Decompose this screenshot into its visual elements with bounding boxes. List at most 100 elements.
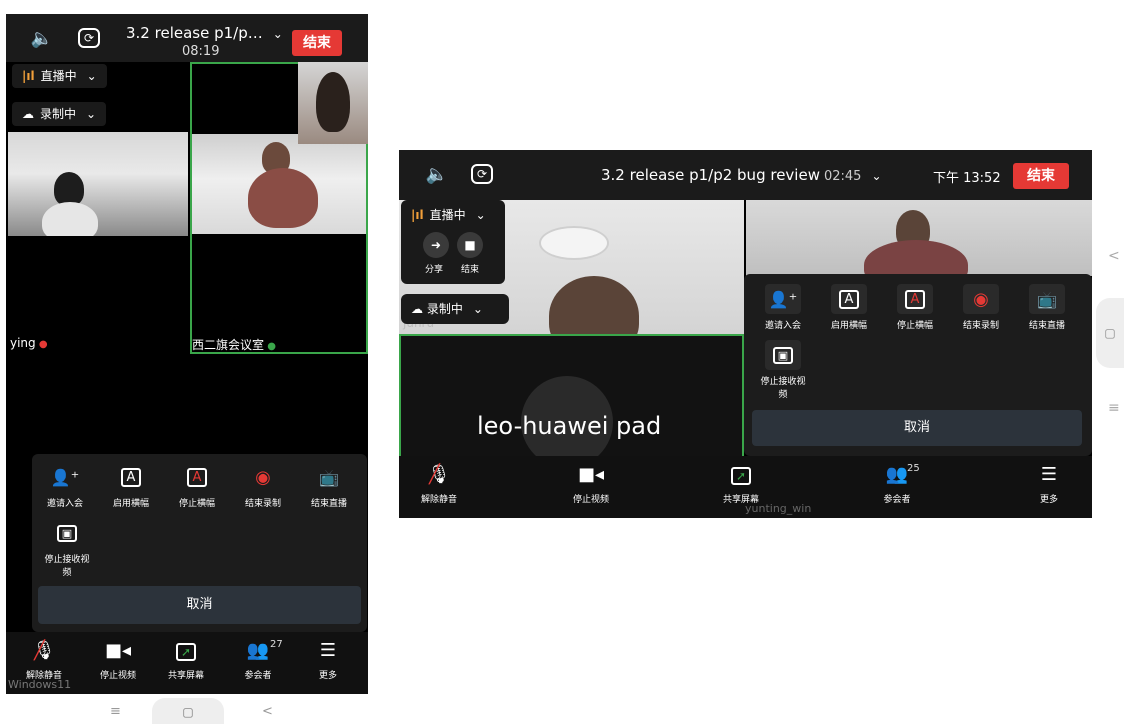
stop-video-button[interactable]: ■◂ 停止视频 bbox=[90, 640, 146, 681]
switch-camera-icon[interactable]: ⟳ bbox=[471, 164, 493, 184]
mic-active-icon: ● bbox=[264, 341, 276, 352]
letter-a-icon: A bbox=[113, 462, 149, 492]
nav-back-icon[interactable]: < bbox=[1108, 248, 1120, 264]
end-live-button[interactable]: 📺 结束直播 bbox=[1016, 284, 1078, 331]
participants-button[interactable]: 👥 25 参会者 bbox=[869, 463, 925, 505]
participants-label: 参会者 bbox=[244, 671, 272, 681]
menu-more-icon: ☰ bbox=[1040, 464, 1058, 485]
stop-recording-label: 结束录制 bbox=[962, 321, 999, 331]
stop-receive-video-label: 停止接收视频 bbox=[44, 555, 90, 578]
main-speaker-tile[interactable]: leo-huawei pad bbox=[399, 334, 744, 458]
letter-a-icon: A bbox=[831, 284, 867, 314]
share-live-button[interactable]: ➜ bbox=[423, 232, 449, 258]
nav-menu-icon[interactable]: ≡ bbox=[110, 704, 121, 719]
chevron-down-icon: ⌄ bbox=[86, 69, 97, 83]
stop-banner-button[interactable]: A 停止横幅 bbox=[884, 284, 946, 331]
chevron-down-icon: ⌄ bbox=[475, 208, 486, 222]
cancel-button[interactable]: 取消 bbox=[38, 586, 361, 624]
stop-recording-button[interactable]: ◉ 结束录制 bbox=[950, 284, 1012, 331]
speaker-icon[interactable]: 🔈 bbox=[425, 164, 449, 186]
bottom-toolbar: 🎙 ╱ 解除静音 ■◂ 停止视频 ➚ 共享屏幕 👥 27 参会者 ☰ 更多 Wind… bbox=[6, 632, 368, 694]
stop-banner-button[interactable]: A 停止横幅 bbox=[168, 462, 226, 509]
stop-video-button[interactable]: ■◂ 停止视频 bbox=[563, 464, 619, 505]
unmute-label: 解除静音 bbox=[420, 495, 457, 505]
stop-receive-video-button[interactable]: ▣ 停止接收视频 bbox=[44, 518, 90, 578]
cancel-button[interactable]: 取消 bbox=[752, 410, 1082, 446]
more-button[interactable]: ☰ 更多 bbox=[300, 640, 356, 681]
invite-button[interactable]: 👤⁺ 邀请入会 bbox=[752, 284, 814, 331]
page: 🔈 ⟳ 3.2 release p1/p… ⌄ 08:19 结束 |ıl 直播中 ⌄ … bbox=[0, 0, 1124, 724]
self-preview-tile[interactable] bbox=[298, 62, 368, 144]
invite-label: 邀请入会 bbox=[46, 499, 83, 509]
end-live-label: 结束直播 bbox=[1028, 321, 1065, 331]
switch-camera-icon[interactable]: ⟳ bbox=[78, 28, 100, 48]
enable-banner-label: 启用横幅 bbox=[112, 499, 149, 509]
meeting-title-text: 3.2 release p1/p… bbox=[126, 24, 263, 42]
banner-off-icon: A bbox=[897, 284, 933, 314]
live-icon: |ıl bbox=[411, 208, 424, 222]
invite-button[interactable]: 👤⁺ 邀请入会 bbox=[36, 462, 94, 510]
enable-banner-button[interactable]: A 启用横幅 bbox=[102, 462, 160, 509]
stop-video-label: 停止视频 bbox=[99, 671, 136, 681]
record-status-pill[interactable]: ☁ 录制中 ⌄ bbox=[12, 102, 107, 126]
stop-receive-video-button[interactable]: ▣ 停止接收视频 bbox=[758, 340, 808, 400]
invite-label: 邀请入会 bbox=[764, 321, 801, 331]
record-status-pill[interactable]: ☁ 录制中 ⌄ bbox=[401, 294, 509, 324]
meeting-title[interactable]: 3.2 release p1/p… ⌄ bbox=[126, 24, 283, 42]
nav-home-button[interactable]: ▢ bbox=[1096, 298, 1124, 368]
record-status-label: 录制中 bbox=[426, 302, 463, 316]
stop-live-button[interactable]: ■ bbox=[457, 232, 483, 258]
share-screen-button[interactable]: ➚ 共享屏幕 bbox=[713, 464, 769, 505]
share-screen-label: 共享屏幕 bbox=[167, 671, 204, 681]
video-tile-room[interactable] bbox=[746, 200, 1092, 276]
meeting-title-text: 3.2 release p1/p2 bug review bbox=[601, 166, 820, 184]
participants-label: 参会者 bbox=[883, 495, 911, 505]
share-screen-button[interactable]: ➚ 共享屏幕 bbox=[158, 640, 214, 681]
stop-live-label: 结束 bbox=[461, 265, 480, 275]
record-status-label: 录制中 bbox=[40, 107, 77, 121]
more-actions-sheet: 👤⁺ 邀请入会 A 启用横幅 A 停止横幅 ◉ 结束录制 📺 结束直播 ▣ 停止 bbox=[32, 454, 367, 632]
top-bar: 🔈 ⟳ 3.2 release p1/p2 bug review 02:45 ⌄ 下… bbox=[399, 150, 1092, 200]
end-meeting-button[interactable]: 结束 bbox=[292, 30, 342, 56]
share-screen-icon: ➚ bbox=[713, 464, 769, 486]
participants-count: 25 bbox=[907, 463, 920, 474]
cloud-icon: ☁ bbox=[22, 107, 34, 121]
meeting-timer: 08:19 bbox=[182, 44, 220, 59]
nav-back-icon[interactable]: < bbox=[262, 704, 273, 719]
more-actions-sheet: 👤⁺ 邀请入会 A 启用横幅 A 停止横幅 ◉ 结束录制 📺 结束直播 ▣ 停止 bbox=[744, 274, 1092, 456]
enable-banner-label: 启用横幅 bbox=[830, 321, 867, 331]
enable-banner-button[interactable]: A 启用横幅 bbox=[818, 284, 880, 331]
live-controls-panel: |ıl 直播中 ⌄ ➜ ■ 分享 结束 bbox=[401, 200, 505, 284]
self-figure bbox=[316, 72, 350, 132]
nav-home-button[interactable]: ▢ bbox=[152, 698, 224, 724]
nav-menu-icon[interactable]: ≡ bbox=[1108, 400, 1120, 416]
participants-button[interactable]: 👥 27 参会者 bbox=[230, 639, 286, 681]
stop-recording-label: 结束录制 bbox=[244, 499, 281, 509]
more-label: 更多 bbox=[1039, 495, 1058, 505]
video-receive-off-icon: ▣ bbox=[49, 518, 85, 548]
participant-name: ying bbox=[10, 336, 36, 350]
chevron-down-icon: ⌄ bbox=[272, 27, 283, 41]
end-live-button[interactable]: 📺 结束直播 bbox=[300, 462, 358, 510]
meeting-title[interactable]: 3.2 release p1/p2 bug review 02:45 ⌄ bbox=[601, 166, 882, 184]
share-live-label: 分享 bbox=[425, 265, 444, 275]
video-receive-off-icon: ▣ bbox=[765, 340, 801, 370]
unmute-button[interactable]: 🎙 ╱ 解除静音 bbox=[411, 464, 467, 505]
speaker-icon[interactable]: 🔈 bbox=[30, 28, 54, 50]
stop-recording-button[interactable]: ◉ 结束录制 bbox=[234, 462, 292, 510]
live-status-label: 直播中 bbox=[429, 208, 466, 222]
unmute-button[interactable]: 🎙 ╱ 解除静音 bbox=[16, 640, 72, 681]
end-meeting-button[interactable]: 结束 bbox=[1013, 163, 1069, 189]
participant-watermark: yunting_win bbox=[745, 502, 812, 515]
video-camera-icon: ■◂ bbox=[577, 464, 605, 485]
video-tile-room-left[interactable] bbox=[8, 132, 188, 236]
add-user-icon: 👤⁺ bbox=[50, 467, 80, 487]
participants-icon: 👥 27 bbox=[230, 639, 286, 662]
live-status-pill[interactable]: |ıl 直播中 ⌄ bbox=[12, 64, 107, 88]
participant-name-tag: 西二旗会议室 ● bbox=[192, 336, 276, 353]
stop-banner-label: 停止横幅 bbox=[178, 499, 215, 509]
live-status-header[interactable]: |ıl 直播中 ⌄ bbox=[411, 206, 486, 223]
stop-receive-video-label: 停止接收视频 bbox=[760, 377, 806, 400]
participant-name-tag: ying ● bbox=[10, 336, 48, 350]
more-button[interactable]: ☰ 更多 bbox=[1021, 464, 1077, 505]
